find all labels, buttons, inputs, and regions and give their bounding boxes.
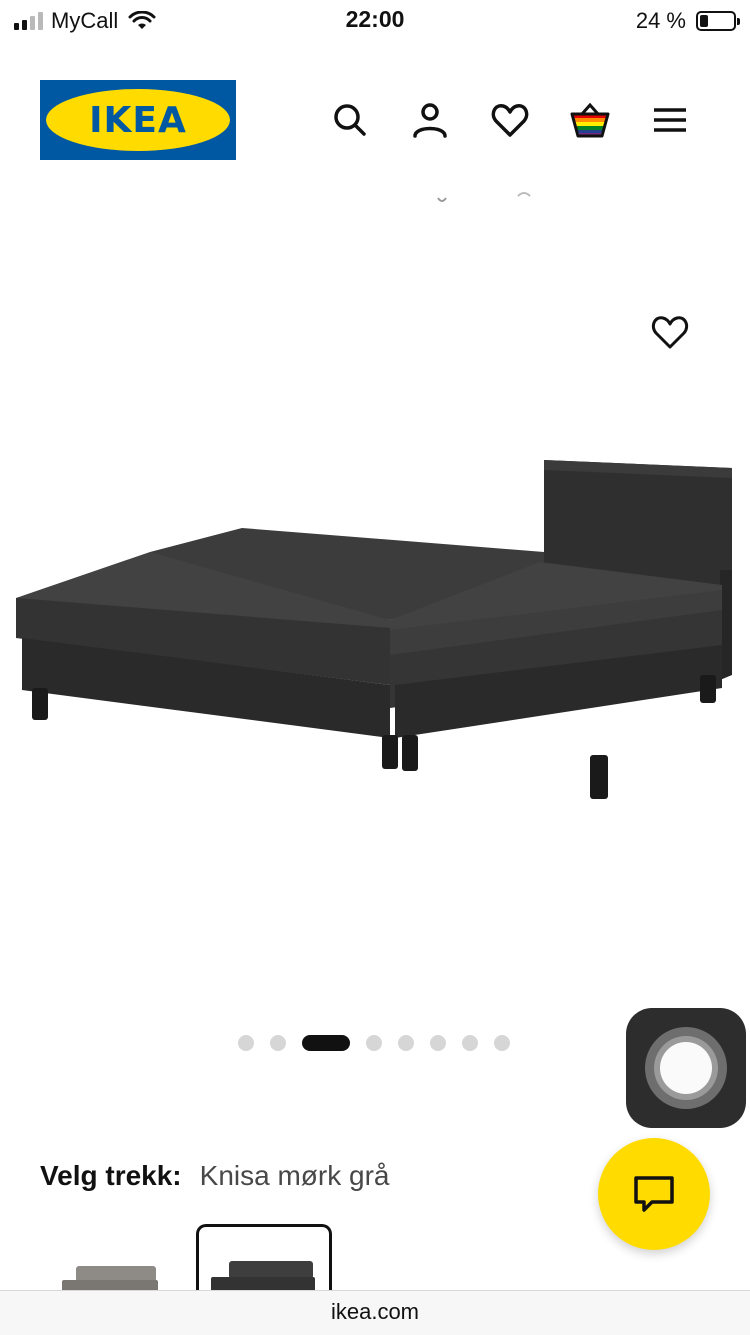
- chat-icon: [634, 1176, 674, 1212]
- status-bar: MyCall 22:00 24 %: [0, 0, 750, 44]
- scrolled-content-fragment: [437, 192, 531, 202]
- sofa-bed-image: [16, 460, 732, 799]
- pagination-dot[interactable]: [494, 1035, 510, 1051]
- logo-ellipse: IKEA: [46, 89, 230, 151]
- search-icon[interactable]: [330, 100, 370, 140]
- cover-label: Velg trekk:: [40, 1160, 182, 1191]
- battery-icon: [696, 11, 740, 31]
- status-right: 24 %: [635, 8, 740, 34]
- site-header: IKEA: [0, 60, 750, 180]
- browser-url-bar[interactable]: ikea.com: [0, 1290, 750, 1335]
- pagination-dot[interactable]: [270, 1035, 286, 1051]
- assistive-touch-ring: [645, 1027, 727, 1109]
- pagination-dot-active[interactable]: [302, 1035, 350, 1051]
- logo-text: IKEA: [89, 99, 187, 141]
- pagination-dot[interactable]: [430, 1035, 446, 1051]
- menu-icon[interactable]: [650, 100, 690, 140]
- battery-percent: 24 %: [635, 8, 686, 33]
- assistive-touch-ring-inner: [654, 1036, 718, 1100]
- add-to-favorites-icon[interactable]: [650, 312, 690, 352]
- url-text: ikea.com: [330, 1299, 420, 1324]
- user-icon[interactable]: [410, 100, 450, 140]
- cover-value: Knisa mørk grå: [199, 1160, 390, 1191]
- assistive-touch-button[interactable]: [626, 1008, 746, 1128]
- ikea-logo[interactable]: IKEA: [40, 80, 236, 160]
- pagination-dot[interactable]: [238, 1035, 254, 1051]
- pagination-dot[interactable]: [366, 1035, 382, 1051]
- cart-icon[interactable]: [570, 100, 610, 140]
- cover-selection: Velg trekk: Knisa mørk grå: [40, 1160, 389, 1192]
- pagination-dot[interactable]: [398, 1035, 414, 1051]
- heart-icon[interactable]: [490, 100, 530, 140]
- chat-button[interactable]: [598, 1138, 710, 1250]
- assistive-touch-center: [660, 1042, 712, 1094]
- gallery-pagination: [238, 1034, 510, 1052]
- pagination-dot[interactable]: [462, 1035, 478, 1051]
